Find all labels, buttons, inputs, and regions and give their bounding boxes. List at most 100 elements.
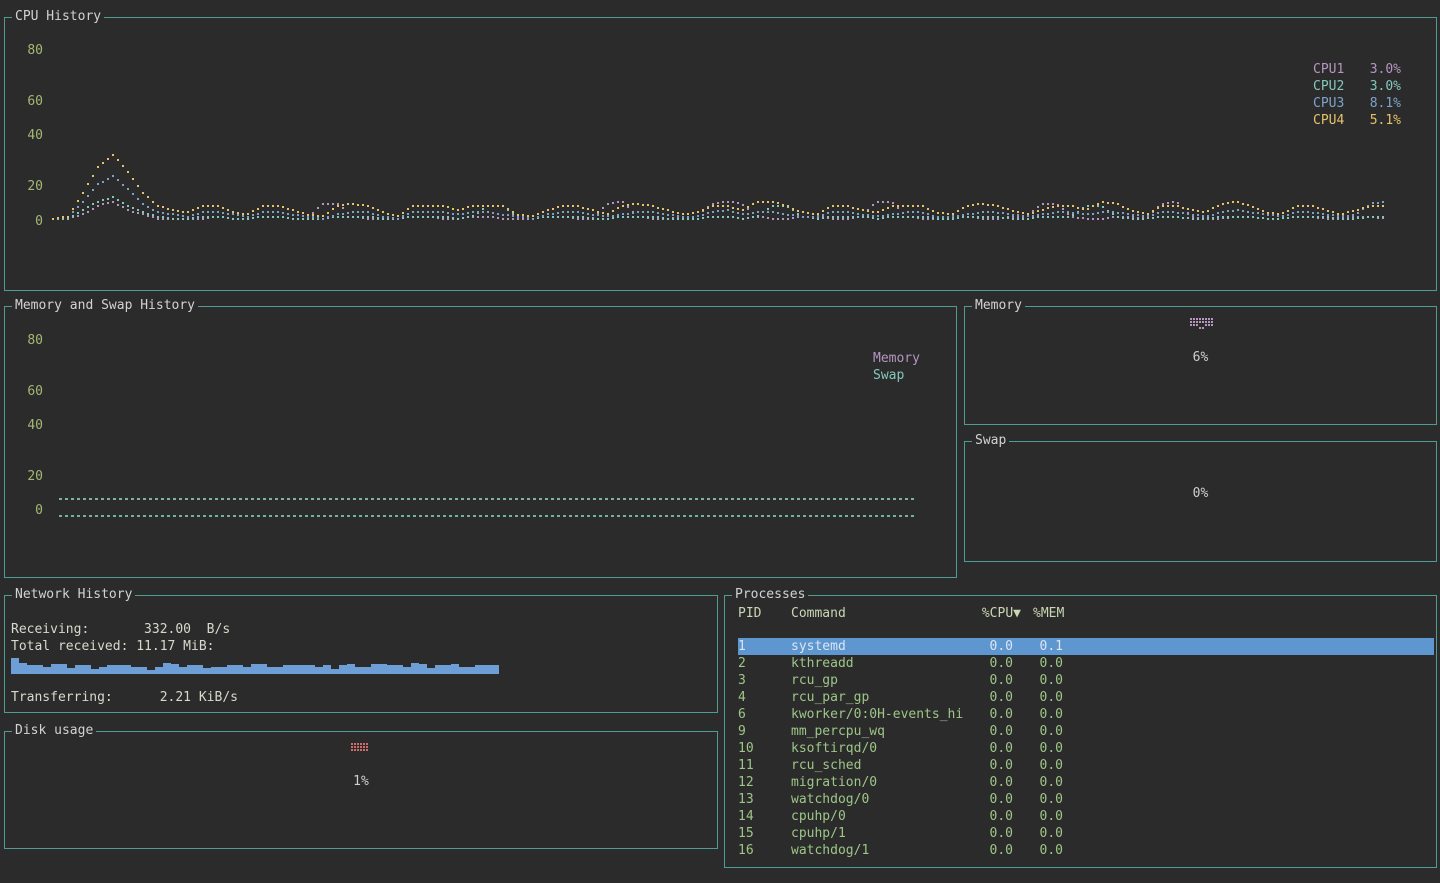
memory-swap-chart (5, 307, 956, 577)
cell-mem: 0.0 (1013, 808, 1063, 825)
cell-mem: 0.0 (1013, 706, 1063, 723)
memory-swap-history-panel: Memory and Swap History 80 60 40 20 0 Me… (4, 306, 957, 578)
swap-gauge-title: Swap (972, 433, 1009, 449)
cell-pid: 13 (738, 791, 791, 808)
legend-cpu4-value: 5.1% (1370, 112, 1401, 129)
table-row[interactable]: 3rcu_gp0.00.0 (738, 672, 1434, 689)
cell-cmd: rcu_sched (791, 757, 963, 774)
table-row[interactable]: 1systemd0.00.1 (738, 638, 1434, 655)
legend-cpu3-name: CPU3 (1313, 95, 1344, 112)
cell-cpu: 0.0 (963, 638, 1013, 655)
network-receiving-sparkline (11, 656, 499, 674)
cell-cpu: 0.0 (963, 825, 1013, 842)
cell-cmd: migration/0 (791, 774, 963, 791)
cell-cmd: rcu_par_gp (791, 689, 963, 706)
disk-usage-title: Disk usage (12, 723, 96, 739)
cell-cmd: watchdog/0 (791, 791, 963, 808)
cell-mem: 0.0 (1013, 723, 1063, 740)
cell-mem: 0.1 (1013, 638, 1063, 655)
cell-cpu: 0.0 (963, 723, 1013, 740)
cell-cpu: 0.0 (963, 672, 1013, 689)
swap-gauge-value: 0% (965, 486, 1436, 501)
cell-cmd: ksoftirqd/0 (791, 740, 963, 757)
legend-cpu1-name: CPU1 (1313, 61, 1344, 78)
table-row[interactable]: 16watchdog/10.00.0 (738, 842, 1434, 859)
cell-cmd: rcu_gp (791, 672, 963, 689)
column-header-pid[interactable]: PID (738, 605, 791, 622)
cell-mem: 0.0 (1013, 774, 1063, 791)
cpu-history-chart (5, 18, 1436, 290)
process-table-body: 1systemd0.00.12kthreadd0.00.03rcu_gp0.00… (738, 638, 1434, 859)
cell-cpu: 0.0 (963, 757, 1013, 774)
cell-cpu: 0.0 (963, 655, 1013, 672)
memory-gauge-panel: Memory 6% (964, 306, 1437, 425)
table-row[interactable]: 13watchdog/00.00.0 (738, 791, 1434, 808)
cell-cpu: 0.0 (963, 774, 1013, 791)
column-header-mem[interactable]: %MEM (1033, 605, 1083, 622)
cell-cpu: 0.0 (963, 689, 1013, 706)
cell-cmd: mm_percpu_wq (791, 723, 963, 740)
cell-mem: 0.0 (1013, 842, 1063, 859)
cell-mem: 0.0 (1013, 672, 1063, 689)
cell-pid: 1 (738, 638, 791, 655)
legend-cpu2-name: CPU2 (1313, 78, 1344, 95)
processes-header: PID Command %CPU▼ %MEM (738, 605, 1434, 622)
cpu-legend: CPU1 3.0% CPU2 3.0% CPU3 8.1% CPU4 5.1% (1313, 61, 1401, 129)
cell-cpu: 0.0 (963, 791, 1013, 808)
cell-cpu: 0.0 (963, 842, 1013, 859)
cell-pid: 11 (738, 757, 791, 774)
table-row[interactable]: 12migration/00.00.0 (738, 774, 1434, 791)
cell-pid: 15 (738, 825, 791, 842)
legend-cpu2-value: 3.0% (1370, 78, 1401, 95)
disk-usage-value: 1% (5, 774, 717, 789)
cell-pid: 16 (738, 842, 791, 859)
memory-swap-legend: Memory Swap (873, 350, 920, 384)
cell-mem: 0.0 (1013, 825, 1063, 842)
disk-usage-panel: Disk usage 1% (4, 731, 718, 849)
table-row[interactable]: 9mm_percpu_wq0.00.0 (738, 723, 1434, 740)
table-row[interactable]: 14cpuhp/00.00.0 (738, 808, 1434, 825)
cell-pid: 4 (738, 689, 791, 706)
legend-cpu3-value: 8.1% (1370, 95, 1401, 112)
cell-cmd: kthreadd (791, 655, 963, 672)
cell-mem: 0.0 (1013, 740, 1063, 757)
legend-cpu3: CPU3 8.1% (1313, 95, 1401, 112)
system-monitor-screen: CPU History 80 60 40 20 0 CPU1 3.0% CPU2… (0, 0, 1440, 883)
legend-cpu2: CPU2 3.0% (1313, 78, 1401, 95)
cell-mem: 0.0 (1013, 791, 1063, 808)
cell-pid: 2 (738, 655, 791, 672)
memory-gauge-arc (1190, 318, 1216, 332)
cell-cpu: 0.0 (963, 808, 1013, 825)
processes-title: Processes (732, 587, 808, 603)
cell-cmd: systemd (791, 638, 963, 655)
legend-cpu1: CPU1 3.0% (1313, 61, 1401, 78)
swap-gauge-panel: Swap 0% (964, 441, 1437, 562)
network-history-title: Network History (12, 587, 135, 603)
table-row[interactable]: 6kworker/0:0H-events_high0.00.0 (738, 706, 1434, 723)
column-header-cpu[interactable]: %CPU▼ (963, 605, 1021, 622)
disk-usage-arc (351, 743, 371, 754)
cell-mem: 0.0 (1013, 689, 1063, 706)
cell-pid: 12 (738, 774, 791, 791)
cell-pid: 9 (738, 723, 791, 740)
table-row[interactable]: 15cpuhp/10.00.0 (738, 825, 1434, 842)
network-total-received-label: Total received: 11.17 MiB: (11, 639, 215, 655)
processes-panel: Processes PID Command %CPU▼ %MEM 1system… (724, 595, 1437, 868)
cell-cpu: 0.0 (963, 706, 1013, 723)
cell-cmd: kworker/0:0H-events_high (791, 706, 963, 723)
legend-cpu4-name: CPU4 (1313, 112, 1344, 129)
cell-pid: 10 (738, 740, 791, 757)
table-row[interactable]: 10ksoftirqd/00.00.0 (738, 740, 1434, 757)
table-row[interactable]: 2kthreadd0.00.0 (738, 655, 1434, 672)
cell-pid: 14 (738, 808, 791, 825)
legend-swap: Swap (873, 367, 920, 384)
network-transferring-label: Transferring: 2.21 KiB/s (11, 690, 238, 706)
table-row[interactable]: 11rcu_sched0.00.0 (738, 757, 1434, 774)
cell-mem: 0.0 (1013, 757, 1063, 774)
table-row[interactable]: 4rcu_par_gp0.00.0 (738, 689, 1434, 706)
cell-mem: 0.0 (1013, 655, 1063, 672)
cell-pid: 3 (738, 672, 791, 689)
legend-memory: Memory (873, 350, 920, 367)
column-header-command[interactable]: Command (791, 605, 963, 622)
memory-gauge-title: Memory (972, 298, 1025, 314)
